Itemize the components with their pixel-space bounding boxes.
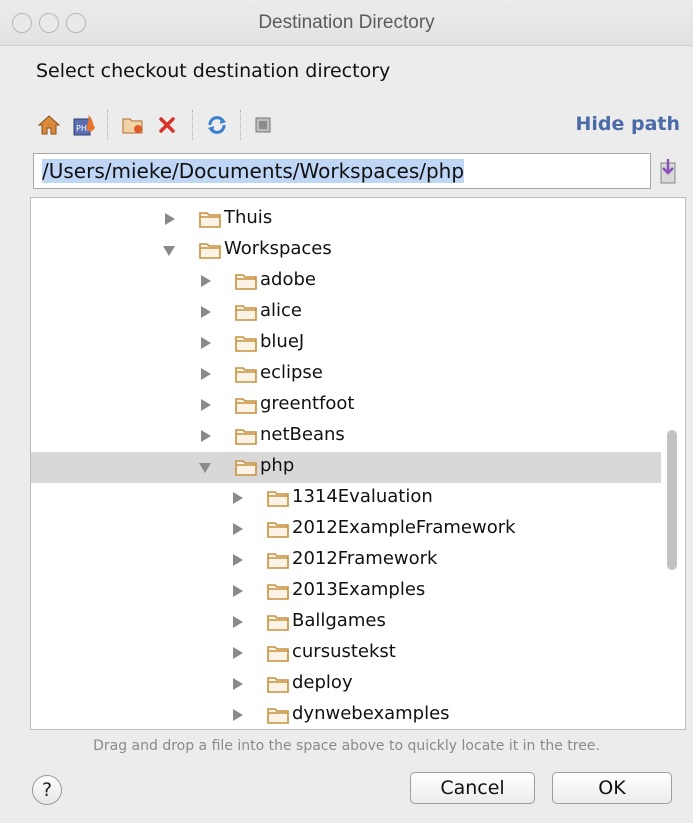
folder-icon (267, 584, 289, 600)
tree-row-label: eclipse (260, 362, 323, 383)
tree-row[interactable]: eclipse (31, 359, 661, 390)
toolbar-separator (192, 110, 193, 140)
disclosure-closed-icon[interactable] (233, 554, 243, 566)
tree-row[interactable]: Workspaces (31, 235, 661, 266)
disclosure-closed-icon[interactable] (233, 523, 243, 535)
disclosure-closed-icon[interactable] (201, 368, 211, 380)
folder-icon (235, 398, 257, 414)
tree-row[interactable]: Thuis (31, 204, 661, 235)
tree-row[interactable]: dynwebexamples (31, 700, 661, 729)
folder-icon (267, 677, 289, 693)
tree-row[interactable]: 2013Examples (31, 576, 661, 607)
folder-icon (267, 553, 289, 569)
folder-icon (235, 336, 257, 352)
tree-row-label: netBeans (260, 424, 345, 445)
disclosure-closed-icon[interactable] (233, 647, 243, 659)
cancel-button[interactable]: Cancel (410, 772, 535, 804)
disclosure-open-icon[interactable] (163, 246, 175, 256)
disclosure-closed-icon[interactable] (165, 213, 175, 225)
new-folder-icon[interactable] (120, 112, 146, 138)
folder-icon (267, 491, 289, 507)
tree-row-label: Workspaces (224, 238, 332, 259)
tree-row-label: adobe (260, 269, 316, 290)
tree-row-label: 2012Framework (292, 548, 438, 569)
path-field[interactable]: /Users/mieke/Documents/Workspaces/php (33, 153, 651, 189)
disclosure-closed-icon[interactable] (201, 430, 211, 442)
disclosure-closed-icon[interactable] (233, 492, 243, 504)
tree-row[interactable]: netBeans (31, 421, 661, 452)
tree-row-label: greentfoot (260, 393, 355, 414)
folder-icon (235, 274, 257, 290)
tree-row-label: 2012ExampleFramework (292, 517, 516, 538)
tree-row[interactable]: 1314Evaluation (31, 483, 661, 514)
help-button[interactable]: ? (32, 775, 62, 805)
tree-row-label: Ballgames (292, 610, 386, 631)
tree-row-label: cursustekst (292, 641, 396, 662)
browse-path-icon[interactable] (657, 157, 683, 185)
toolbar-separator (240, 110, 241, 140)
dialog-window: Destination Directory Select checkout de… (0, 0, 693, 823)
disclosure-closed-icon[interactable] (201, 399, 211, 411)
disclosure-closed-icon[interactable] (233, 616, 243, 628)
show-hidden-icon[interactable] (250, 112, 276, 138)
tree-row-label: deploy (292, 672, 353, 693)
folder-icon (267, 522, 289, 538)
folder-icon (199, 212, 221, 228)
folder-icon (267, 615, 289, 631)
disclosure-closed-icon[interactable] (233, 585, 243, 597)
tree-row[interactable]: php (31, 452, 661, 483)
folder-icon (267, 646, 289, 662)
title-bar: Destination Directory (0, 0, 693, 46)
disclosure-closed-icon[interactable] (233, 709, 243, 721)
tree-row-label: 2013Examples (292, 579, 426, 600)
tree-scrollbar[interactable] (667, 430, 677, 570)
tree-row-label: dynwebexamples (292, 703, 450, 724)
path-value: /Users/mieke/Documents/Workspaces/php (42, 159, 465, 183)
tree-row[interactable]: 2012Framework (31, 545, 661, 576)
folder-icon (199, 243, 221, 259)
delete-icon[interactable] (154, 112, 180, 138)
disclosure-closed-icon[interactable] (201, 337, 211, 349)
php-project-icon[interactable]: PHP (72, 112, 98, 138)
directory-tree[interactable]: Thuis Workspaces adobe alice blueJ eclipse gre… (30, 197, 686, 730)
tree-row[interactable]: Ballgames (31, 607, 661, 638)
tree-row-label: alice (260, 300, 303, 321)
disclosure-closed-icon[interactable] (201, 306, 211, 318)
tree-row[interactable]: greentfoot (31, 390, 661, 421)
ok-button[interactable]: OK (552, 772, 672, 804)
tree-row-label: Thuis (224, 207, 273, 228)
tree-row[interactable]: blueJ (31, 328, 661, 359)
window-title: Destination Directory (258, 12, 435, 33)
disclosure-closed-icon[interactable] (233, 678, 243, 690)
home-icon[interactable] (36, 112, 62, 138)
folder-icon (235, 429, 257, 445)
toolbar: PHP Hide path (36, 108, 686, 142)
tree-row-label: php (260, 455, 295, 476)
disclosure-closed-icon[interactable] (201, 275, 211, 287)
toolbar-separator (107, 110, 108, 140)
folder-icon (235, 460, 257, 476)
tree-row-label: 1314Evaluation (292, 486, 433, 507)
tree-row-label: blueJ (260, 331, 305, 352)
hide-path-link[interactable]: Hide path (575, 113, 680, 135)
refresh-icon[interactable] (204, 112, 230, 138)
tree-row[interactable]: cursustekst (31, 638, 661, 669)
folder-icon (235, 305, 257, 321)
tree-row[interactable]: adobe (31, 266, 661, 297)
tree-row[interactable]: deploy (31, 669, 661, 700)
folder-icon (235, 367, 257, 383)
drag-drop-hint: Drag and drop a file into the space abov… (93, 738, 600, 754)
tree-row[interactable]: alice (31, 297, 661, 328)
folder-icon (267, 708, 289, 724)
disclosure-open-icon[interactable] (199, 463, 211, 473)
tree-row[interactable]: 2012ExampleFramework (31, 514, 661, 545)
dialog-prompt: Select checkout destination directory (36, 60, 391, 82)
